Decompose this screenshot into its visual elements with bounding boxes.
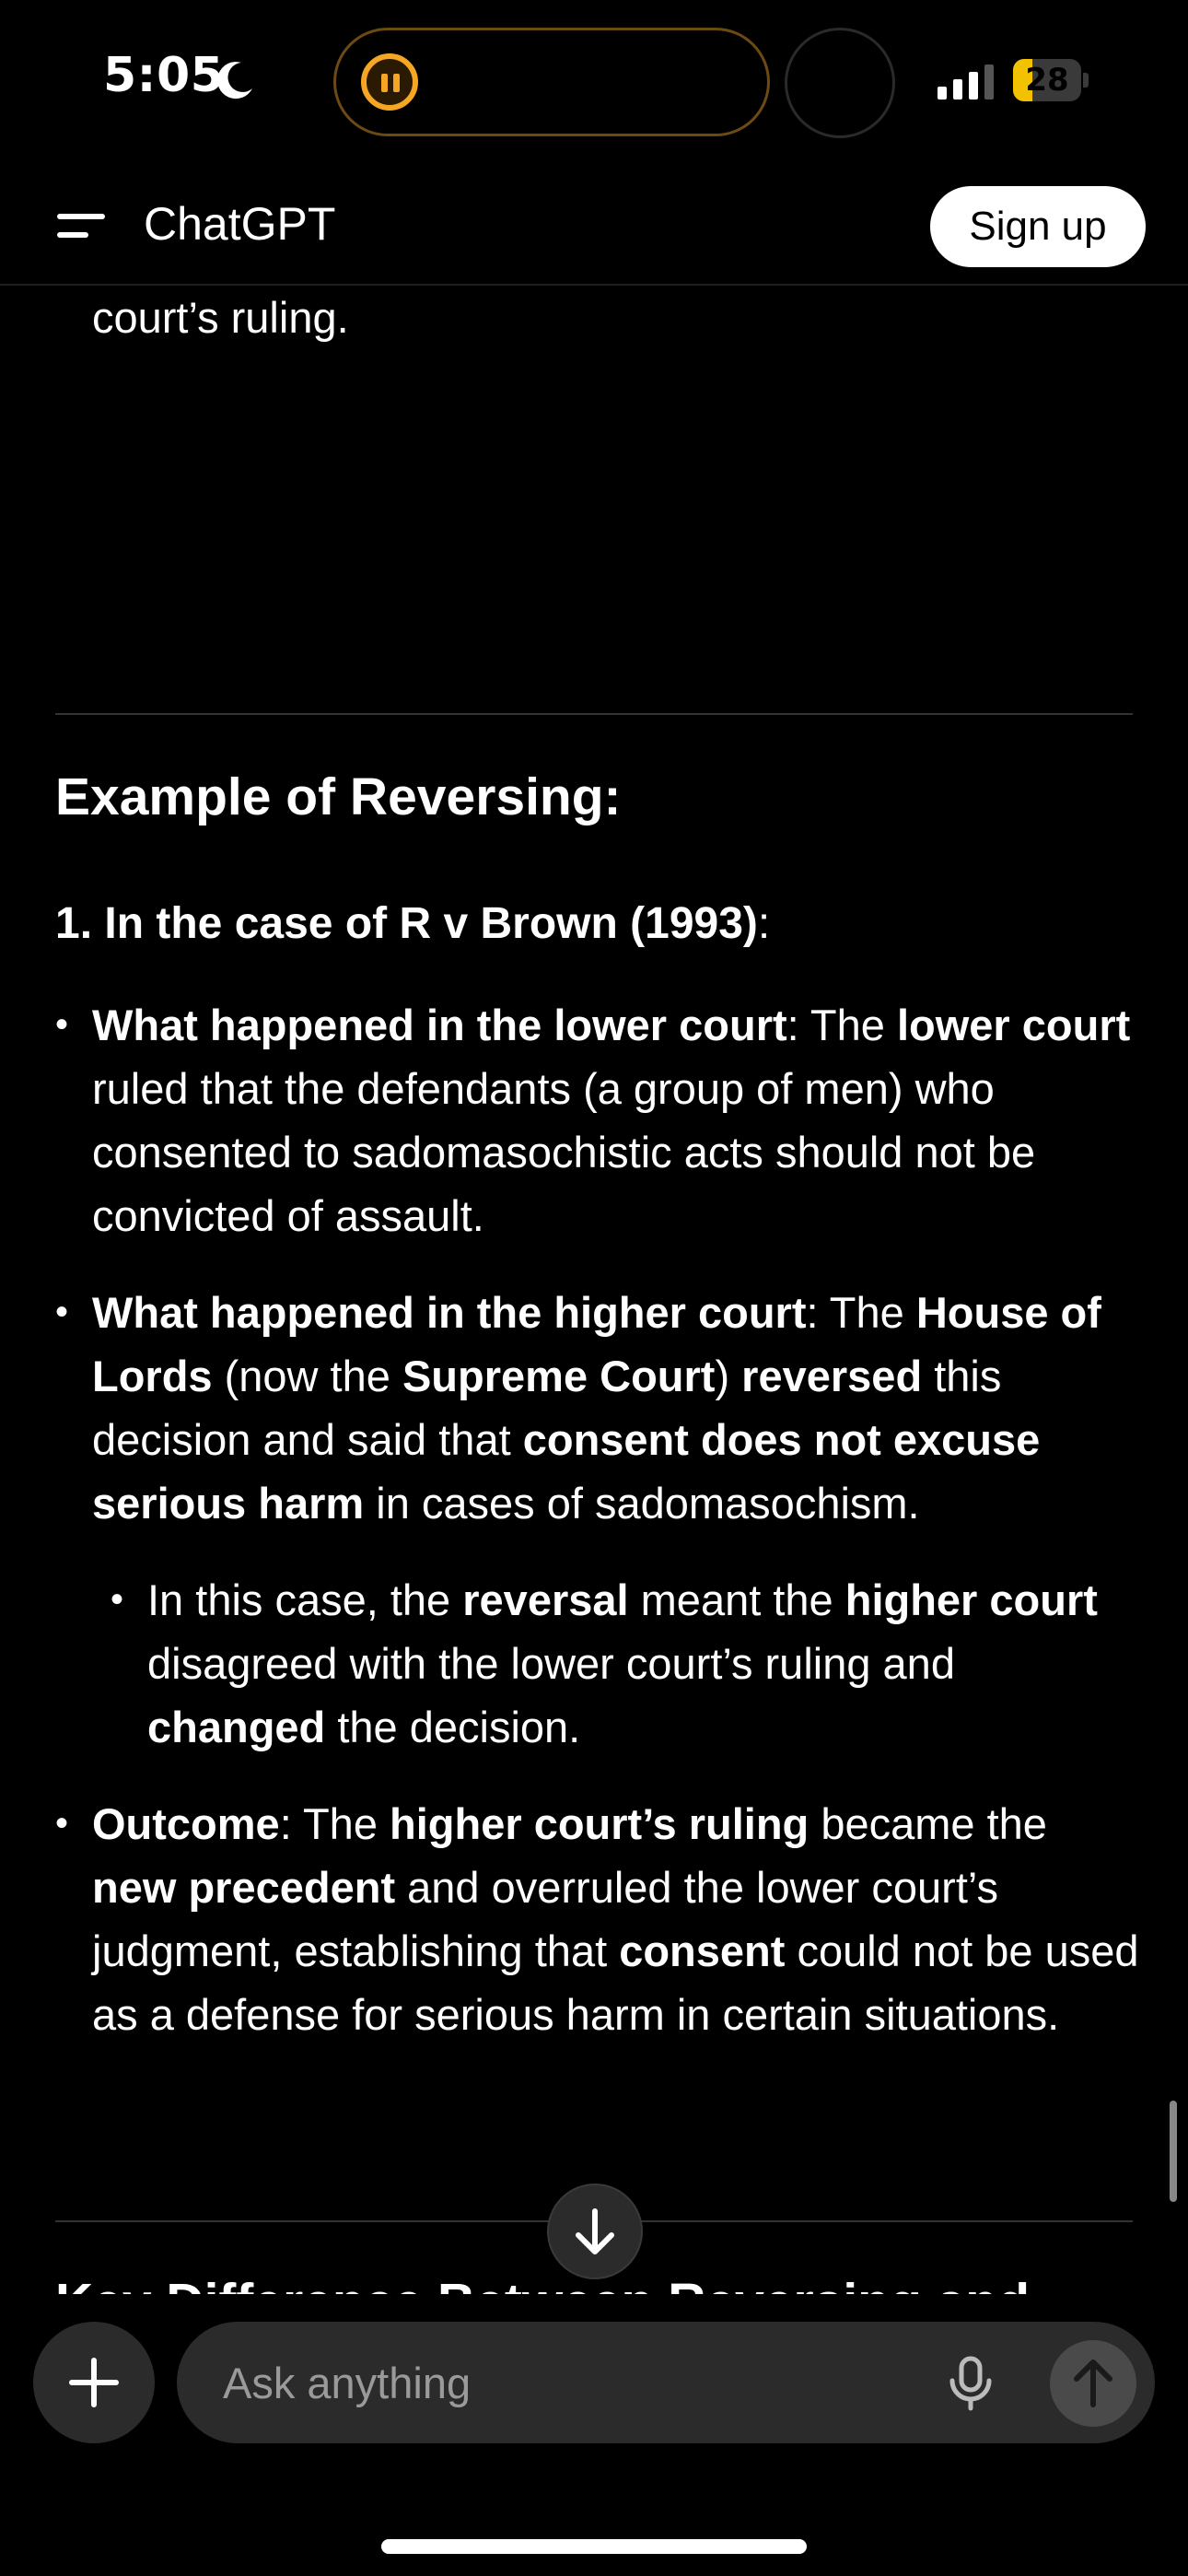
send-button[interactable] <box>1050 2340 1136 2427</box>
bold-text: Supreme Court <box>402 1352 716 1400</box>
text-run: : The <box>279 1799 390 1848</box>
list-item-text: What happened in the higher court: The H… <box>92 1288 1101 1528</box>
text-run: (now the <box>212 1352 402 1400</box>
scrollbar[interactable] <box>1170 2101 1177 2202</box>
message-input-container[interactable] <box>177 2322 1155 2443</box>
battery-percent: 28 <box>1025 62 1069 99</box>
sign-up-button[interactable]: Sign up <box>930 186 1146 267</box>
composer-bar <box>0 2294 1188 2576</box>
text-run: ) <box>715 1352 742 1400</box>
text-run: ruled that the defendants (a group of me… <box>92 1064 1036 1240</box>
bold-text: new precedent <box>92 1863 396 1912</box>
text-run: in cases of sadomasochism. <box>364 1479 920 1528</box>
message-input[interactable] <box>221 2322 939 2443</box>
list-item: • What happened in the higher court: The… <box>55 1288 1101 1528</box>
status-time: 5:05 <box>103 48 225 103</box>
list-item-text: In this case, the reversal meant the hig… <box>147 1575 1098 1751</box>
list-item-text: Outcome: The higher court’s ruling becam… <box>92 1799 1139 2039</box>
moon-icon <box>217 62 252 100</box>
app-header: ChatGPT Sign up <box>0 166 1188 286</box>
case-title: In the case of R v Brown (1993) <box>104 899 758 948</box>
bold-text: higher court <box>844 1575 1098 1624</box>
home-indicator <box>381 2539 807 2554</box>
text-run: meant the <box>628 1575 845 1624</box>
text-run: became the <box>809 1799 1047 1848</box>
list-item: • Outcome: The higher court’s ruling bec… <box>55 1799 1139 2039</box>
case-suffix: : <box>757 899 771 948</box>
message-fragment: court’s ruling. <box>92 293 349 342</box>
list-item-text: What happened in the lower court: The lo… <box>92 1001 1130 1240</box>
attach-button[interactable] <box>33 2322 155 2443</box>
menu-icon[interactable] <box>52 201 111 251</box>
arrow-down-icon <box>576 2208 614 2254</box>
text-run: the decision. <box>325 1703 581 1751</box>
text-run: disagreed with the lower court’s ruling … <box>147 1639 955 1688</box>
bold-text: higher court’s ruling <box>390 1799 809 1848</box>
chat-content[interactable]: court’s ruling. Example of Reversing: 1.… <box>0 286 1188 2294</box>
battery-icon: 28 <box>1013 59 1090 101</box>
section-heading: Example of Reversing: <box>55 767 622 826</box>
bold-text: What happened in the higher court <box>92 1288 807 1337</box>
plus-icon <box>69 2358 119 2407</box>
bold-text: What happened in the lower court <box>92 1001 787 1049</box>
bold-text: consent <box>619 1926 786 1975</box>
pause-icon[interactable] <box>361 53 418 111</box>
case-number: 1. <box>55 899 93 948</box>
text-run: In this case, the <box>147 1575 463 1624</box>
camera-cutout <box>785 28 895 138</box>
bold-text: Outcome <box>92 1799 280 1848</box>
bold-text: reversed <box>741 1352 923 1400</box>
mic-icon[interactable] <box>941 2353 1000 2412</box>
cellular-signal-icon <box>938 64 994 100</box>
bold-text: reversal <box>462 1575 629 1624</box>
bold-text: lower court <box>896 1001 1131 1049</box>
divider <box>55 713 1133 715</box>
text-run: : The <box>786 1001 897 1049</box>
scroll-down-button[interactable] <box>547 2184 643 2279</box>
status-bar: 5:05 28 <box>0 0 1188 166</box>
case-heading: 1. In the case of R v Brown (1993): <box>55 894 770 954</box>
list-item: • What happened in the lower court: The … <box>55 1001 1131 1240</box>
send-arrow-icon <box>1074 2359 1112 2407</box>
text-run: : The <box>806 1288 916 1337</box>
bold-text: changed <box>147 1703 326 1751</box>
app-title: ChatGPT <box>144 198 336 250</box>
nested-list-item: • In this case, the reversal meant the h… <box>111 1575 1098 1751</box>
